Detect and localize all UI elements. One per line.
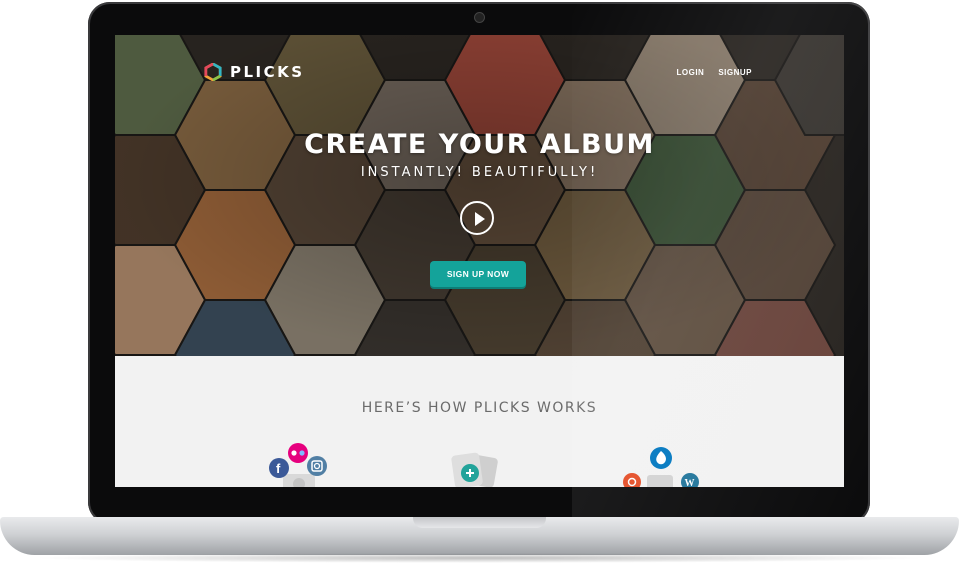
- hero-headline: CREATE YOUR ALBUM: [304, 129, 655, 160]
- add-photos-illustration: [451, 452, 498, 487]
- browser-screen: PLICKS LOGIN SIGNUP CREATE YOUR ALBUM IN…: [115, 35, 844, 487]
- drupal-icon: [650, 447, 672, 469]
- webcam: [474, 12, 485, 23]
- camera-icon: [283, 474, 315, 487]
- import-sources-illustration: f: [269, 443, 327, 487]
- play-icon: [475, 212, 485, 226]
- login-link[interactable]: LOGIN: [676, 68, 704, 77]
- how-it-works-section: HERE’S HOW PLICKS WORKS f W: [115, 356, 844, 487]
- flickr-icon: [288, 443, 308, 463]
- laptop-shadow: [30, 553, 930, 563]
- hero-overlay: [115, 35, 844, 356]
- hero-subline: INSTANTLY! BEAUTIFULLY!: [360, 165, 599, 180]
- brand-logo[interactable]: PLICKS: [204, 63, 305, 81]
- add-photo-icon: [461, 464, 479, 482]
- joomla-icon: [623, 473, 641, 487]
- sign-up-now-button[interactable]: SIGN UP NOW: [430, 261, 526, 287]
- facebook-icon: f: [269, 458, 289, 478]
- svg-text:W: W: [685, 478, 695, 487]
- top-nav: LOGIN SIGNUP: [676, 68, 752, 77]
- hero-section: PLICKS LOGIN SIGNUP CREATE YOUR ALBUM IN…: [115, 35, 844, 356]
- instagram-icon: [307, 456, 327, 476]
- signup-link[interactable]: SIGNUP: [718, 68, 752, 77]
- brand-name: PLICKS: [230, 63, 305, 81]
- svg-text:f: f: [276, 461, 281, 476]
- play-video-button[interactable]: [460, 201, 494, 235]
- publish-platforms-illustration: W: [623, 447, 699, 487]
- how-it-works-heading: HERE’S HOW PLICKS WORKS: [361, 400, 598, 416]
- wordpress-icon: W: [681, 473, 699, 487]
- logo-hexagon-icon: [204, 63, 222, 81]
- laptop-opening-notch: [413, 517, 546, 528]
